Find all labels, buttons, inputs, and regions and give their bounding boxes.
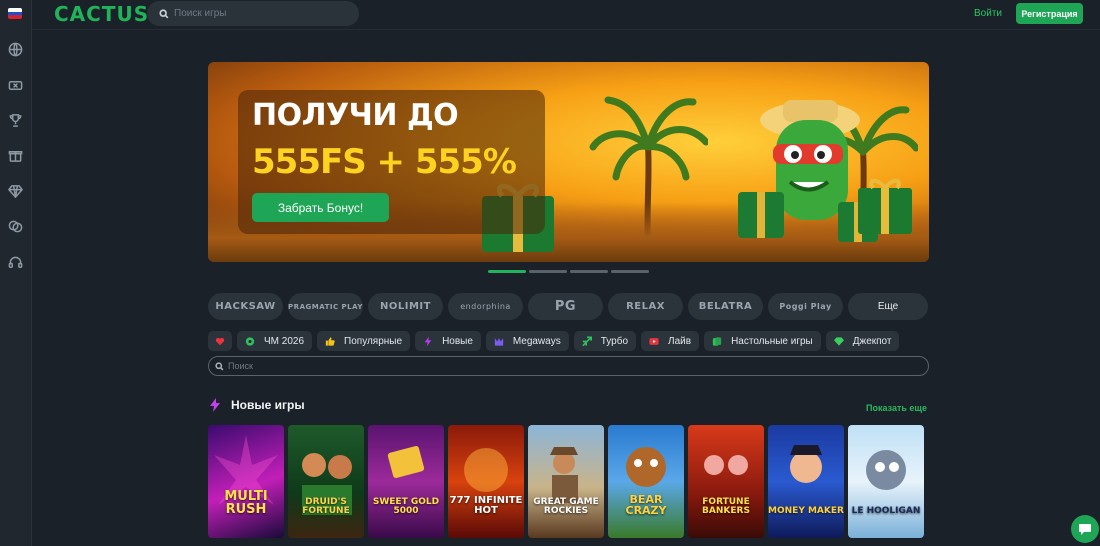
tab-favorites[interactable] bbox=[208, 331, 232, 351]
logo[interactable]: CACTUS bbox=[54, 2, 149, 26]
game-card[interactable]: GREAT GAME ROCKIES bbox=[528, 425, 604, 538]
game-card[interactable]: 777 INFINITE HOT bbox=[448, 425, 524, 538]
games-search-bar[interactable] bbox=[208, 356, 929, 376]
provider-relax[interactable]: RELAX bbox=[608, 293, 683, 320]
register-button[interactable]: Регистрация bbox=[1016, 3, 1083, 24]
login-button[interactable]: Войти bbox=[974, 8, 1002, 19]
chips-icon[interactable] bbox=[7, 218, 23, 234]
game-card[interactable]: BEAR CRAZY bbox=[608, 425, 684, 538]
search-icon bbox=[215, 361, 224, 370]
category-tabs: ЧМ 2026 Популярные Новые Megaways Турбо … bbox=[208, 331, 900, 351]
claim-bonus-button[interactable]: Забрать Бонус! bbox=[252, 193, 389, 222]
provider-belatra[interactable]: BELATRA bbox=[688, 293, 763, 320]
tab-label: Лайв bbox=[668, 335, 692, 347]
promo-banner[interactable]: ПОЛУЧИ ДО 555FS + 555% Забрать Бонус! bbox=[208, 62, 929, 262]
games-search-input[interactable] bbox=[228, 361, 908, 371]
game-title: SWEET GOLD 5000 bbox=[372, 497, 440, 516]
show-more-link[interactable]: Показать еще bbox=[866, 403, 927, 413]
cards-icon bbox=[712, 336, 722, 346]
gift-box-image bbox=[858, 178, 912, 234]
new-games-grid: MULTI RUSH DRUID'S FORTUNE SWEET GOLD 50… bbox=[208, 425, 924, 538]
game-card[interactable]: LE HOOLIGAN bbox=[848, 425, 924, 538]
banner-pagination bbox=[488, 270, 649, 273]
game-card[interactable]: SWEET GOLD 5000 bbox=[368, 425, 444, 538]
game-title: DRUID'S FORTUNE bbox=[302, 497, 350, 516]
providers-more-button[interactable]: Еще bbox=[848, 293, 928, 320]
tab-jackpot[interactable]: Джекпот bbox=[825, 331, 900, 351]
game-title: LE HOOLIGAN bbox=[851, 506, 921, 516]
game-title: MULTI RUSH bbox=[224, 489, 268, 517]
headset-icon[interactable] bbox=[7, 254, 23, 270]
slide-indicator[interactable] bbox=[570, 270, 608, 273]
game-search-input[interactable] bbox=[174, 8, 344, 19]
provider-pragmatic-play[interactable]: PRAGMATIC PLAY bbox=[288, 293, 363, 320]
promo-headline: ПОЛУЧИ ДО bbox=[252, 98, 459, 133]
provider-hacksaw[interactable]: HACKSAW bbox=[208, 293, 283, 320]
tab-live[interactable]: Лайв bbox=[641, 331, 700, 351]
megaways-icon bbox=[494, 336, 504, 346]
game-card[interactable]: FORTUNE BANKERS bbox=[688, 425, 764, 538]
live-icon bbox=[649, 336, 659, 346]
tab-label: Настольные игры bbox=[731, 335, 813, 347]
game-title: FORTUNE BANKERS bbox=[702, 497, 750, 516]
new-games-title: Новые игры bbox=[231, 398, 305, 412]
turbo-icon bbox=[581, 336, 592, 346]
tab-label: Турбо bbox=[600, 335, 629, 347]
game-title: 777 INFINITE HOT bbox=[449, 495, 523, 516]
tab-wc-2026[interactable]: ЧМ 2026 bbox=[237, 331, 313, 351]
lightning-icon bbox=[423, 336, 433, 346]
provider-poggi-play[interactable]: Poggi Play bbox=[768, 293, 843, 320]
provider-pg[interactable]: PG bbox=[528, 293, 603, 320]
tab-label: Megaways bbox=[512, 335, 561, 347]
game-card[interactable]: MONEY MAKER bbox=[768, 425, 844, 538]
lightning-icon bbox=[210, 398, 220, 412]
diamond-icon[interactable] bbox=[7, 183, 23, 199]
search-icon bbox=[159, 8, 169, 18]
tab-label: Джекпот bbox=[852, 335, 892, 347]
tab-megaways[interactable]: Megaways bbox=[485, 331, 569, 351]
top-header: CACTUS Войти Регистрация bbox=[32, 0, 1100, 30]
trophy-icon[interactable] bbox=[7, 112, 23, 128]
slide-indicator[interactable] bbox=[611, 270, 649, 273]
game-card[interactable]: DRUID'S FORTUNE bbox=[288, 425, 364, 538]
provider-filter-list: HACKSAW PRAGMATIC PLAY NOLIMIT endorphin… bbox=[208, 293, 928, 320]
promo-offer: 555FS + 555% bbox=[252, 142, 517, 182]
football-icon bbox=[245, 336, 255, 346]
globe-icon[interactable] bbox=[7, 41, 23, 57]
heart-icon bbox=[215, 336, 225, 346]
tab-label: Новые bbox=[442, 335, 473, 347]
tab-popular[interactable]: Популярные bbox=[317, 331, 411, 351]
slide-indicator[interactable] bbox=[488, 270, 526, 273]
ru-flag-icon[interactable] bbox=[8, 8, 22, 19]
gift-icon[interactable] bbox=[7, 147, 23, 163]
jackpot-icon bbox=[833, 336, 844, 346]
provider-nolimit[interactable]: NOLIMIT bbox=[368, 293, 443, 320]
thumbs-up-icon bbox=[325, 336, 335, 346]
tab-label: Популярные bbox=[344, 335, 403, 347]
tab-turbo[interactable]: Турбо bbox=[573, 331, 637, 351]
chat-icon bbox=[1079, 524, 1091, 535]
ticket-icon[interactable] bbox=[7, 77, 23, 93]
slide-indicator[interactable] bbox=[529, 270, 567, 273]
game-title: MONEY MAKER bbox=[768, 506, 844, 516]
tab-new[interactable]: Новые bbox=[415, 331, 481, 351]
tab-label: ЧМ 2026 bbox=[264, 335, 305, 347]
game-title: GREAT GAME ROCKIES bbox=[533, 497, 599, 516]
game-title: BEAR CRAZY bbox=[625, 493, 667, 517]
tab-table-games[interactable]: Настольные игры bbox=[704, 331, 821, 351]
sidebar bbox=[0, 0, 32, 546]
provider-endorphina[interactable]: endorphina bbox=[448, 293, 523, 320]
game-search-bar[interactable] bbox=[147, 1, 359, 26]
live-chat-button[interactable] bbox=[1071, 515, 1099, 543]
game-card[interactable]: MULTI RUSH bbox=[208, 425, 284, 538]
